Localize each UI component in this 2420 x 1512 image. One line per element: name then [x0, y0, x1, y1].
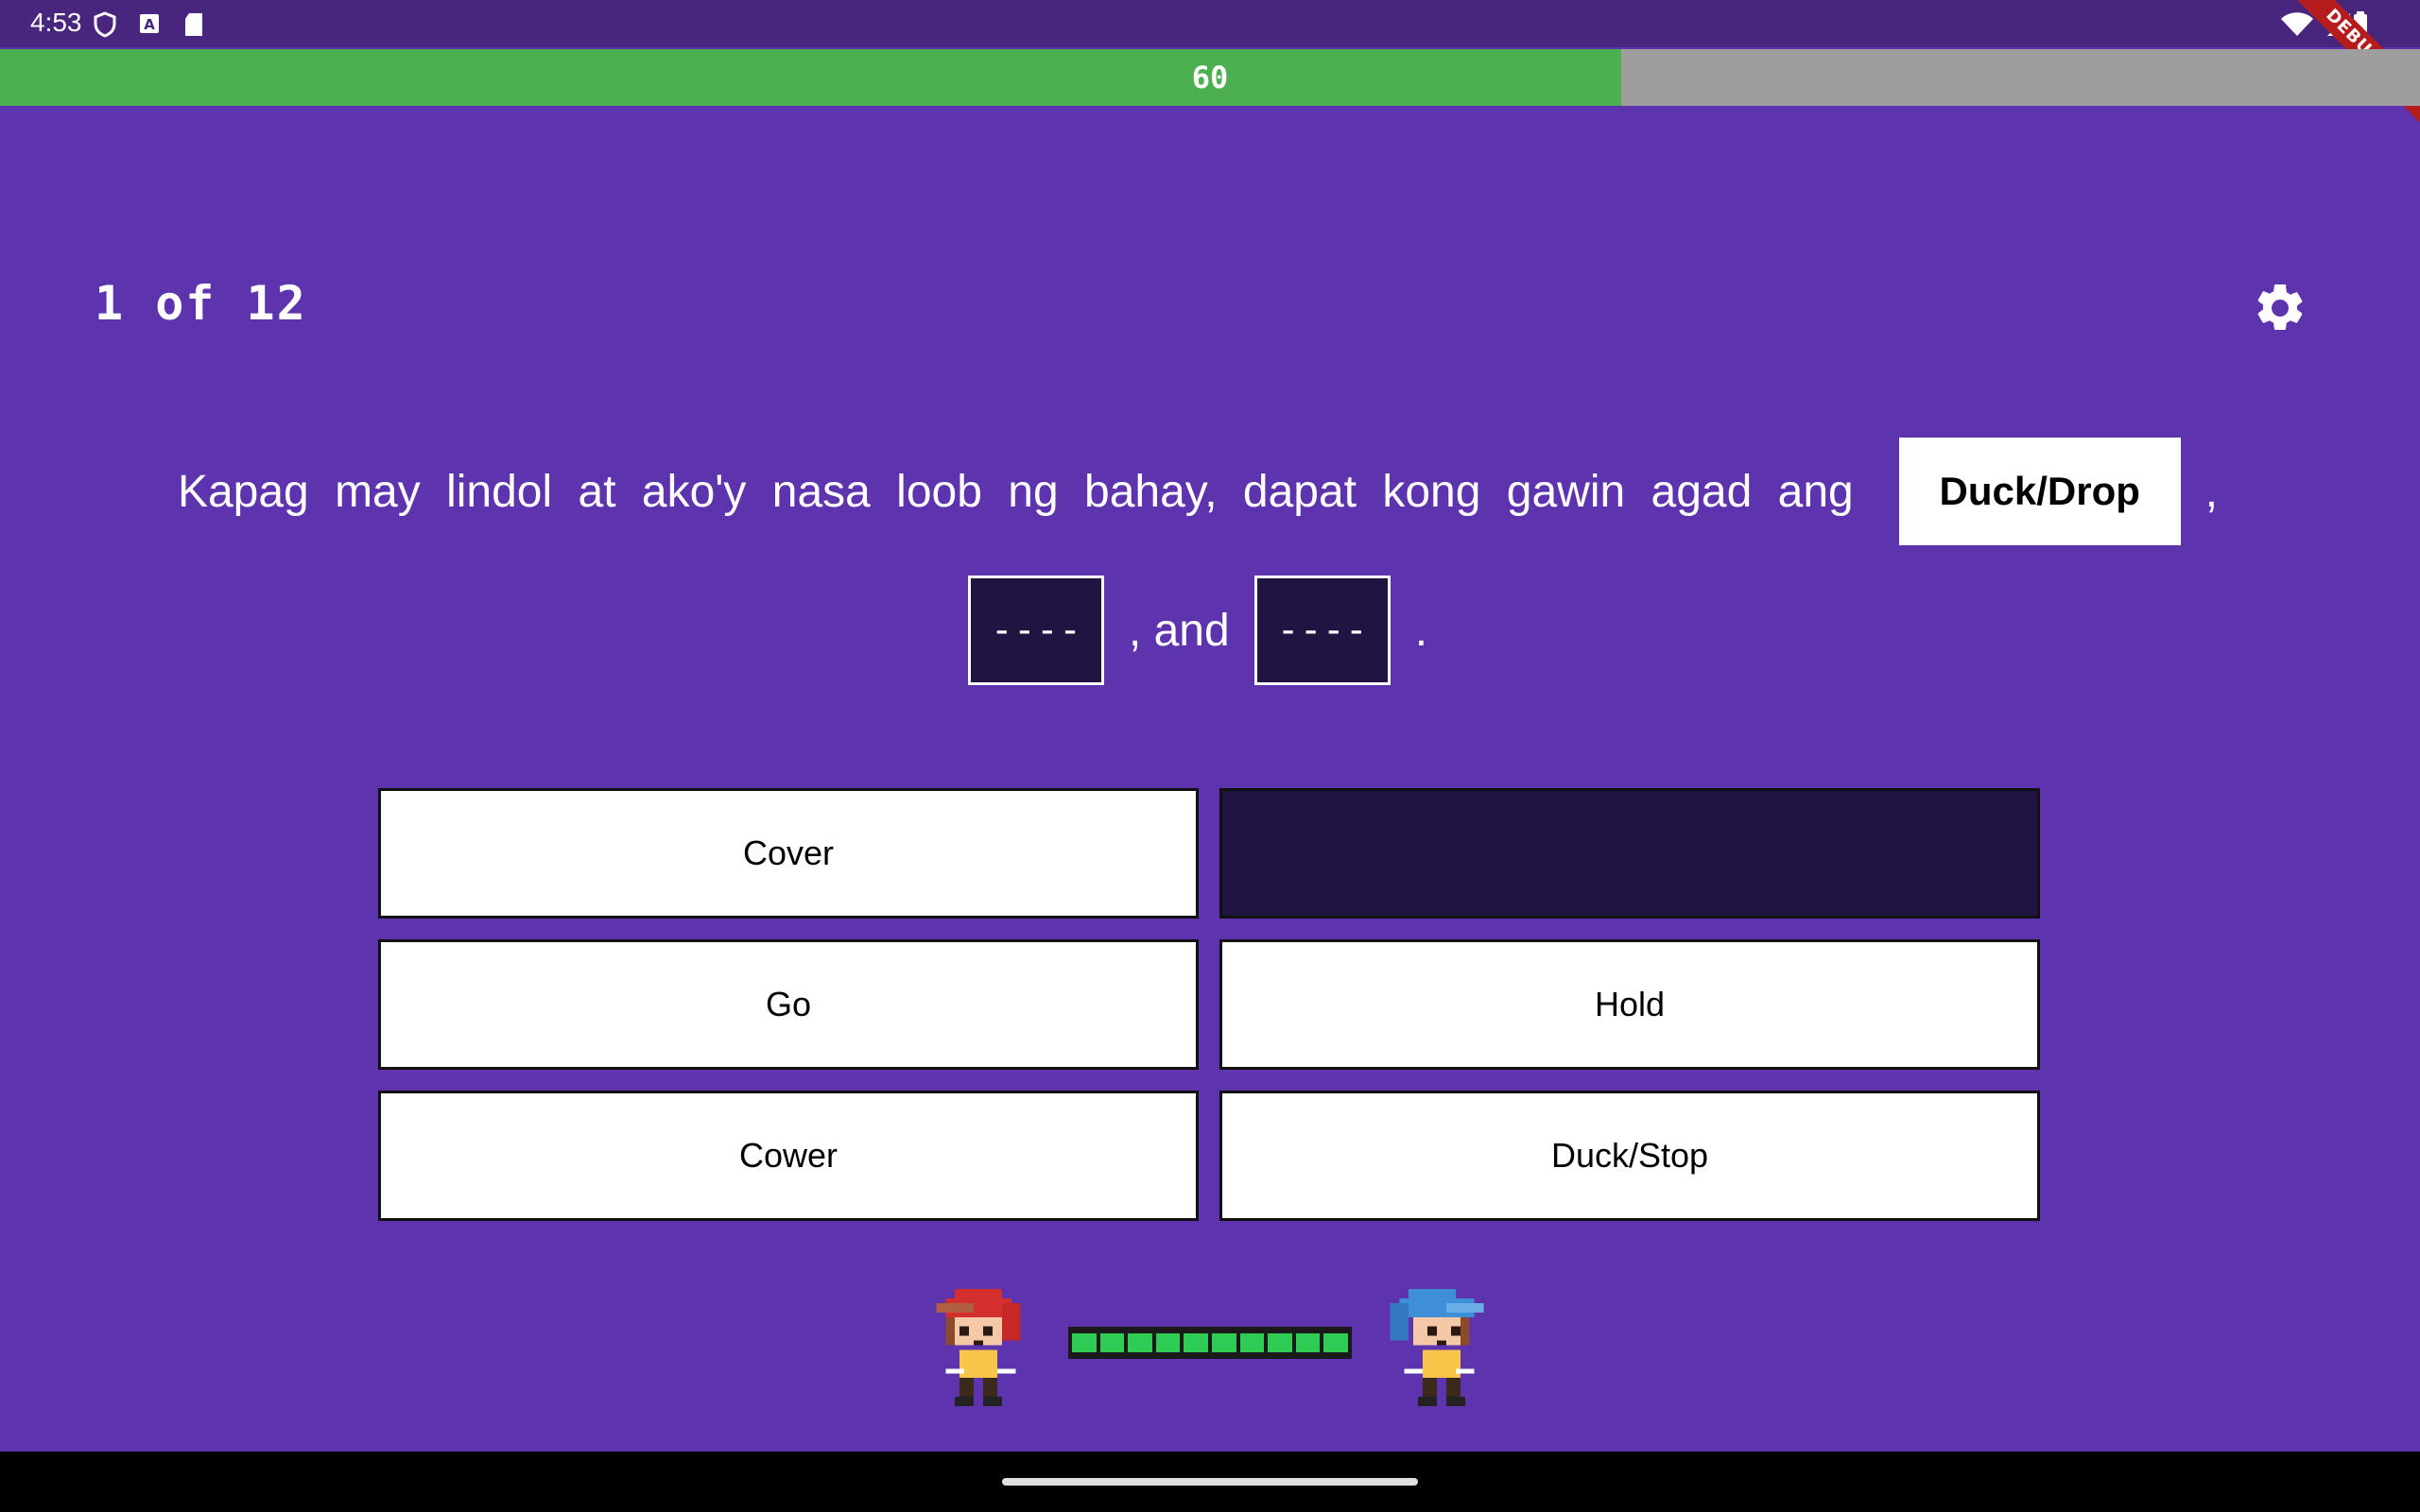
separator-and: , and [1128, 605, 1230, 656]
question-progress: 1 of 12 [95, 276, 307, 331]
option-go[interactable]: Go [378, 939, 1199, 1070]
health-segment [1323, 1333, 1348, 1352]
sd-card-icon [185, 13, 202, 36]
option-hold[interactable]: Hold [1219, 939, 2040, 1070]
separator-comma: , [2204, 466, 2219, 517]
option-used-slot [1219, 788, 2040, 919]
answer-slot-1[interactable]: Duck/Drop [1898, 438, 2181, 545]
timer-value: 60 [1191, 60, 1229, 95]
health-segment [1295, 1333, 1321, 1352]
wifi-icon [2281, 12, 2313, 36]
health-segment [1128, 1333, 1152, 1352]
shield-icon [94, 11, 116, 38]
health-segment [1099, 1333, 1125, 1352]
option-duck-stop[interactable]: Duck/Stop [1219, 1091, 2040, 1221]
health-segment [1155, 1333, 1181, 1352]
answer-slot-3[interactable]: ---- [1253, 576, 1391, 685]
option-cower[interactable]: Cower [378, 1091, 1199, 1221]
question-block: Kapag may lindol at ako'y nasa loob ng b… [0, 435, 2420, 692]
gear-icon[interactable] [2252, 280, 2308, 336]
a-badge-icon: A [140, 14, 159, 33]
opponent-character [1390, 1289, 1484, 1406]
health-segment [1072, 1333, 1097, 1352]
health-segment [1268, 1333, 1292, 1352]
status-time: 4:53 [30, 8, 82, 37]
question-text: Kapag may lindol at ako'y nasa loob ng b… [177, 466, 1854, 517]
status-bar: 4:53 A DEBUG [0, 0, 2420, 134]
health-segment [1211, 1333, 1236, 1352]
health-segment [1239, 1333, 1265, 1352]
svg-text:A: A [144, 16, 155, 33]
home-gesture-handle[interactable] [1002, 1478, 1418, 1486]
health-segment [1184, 1333, 1208, 1352]
timer-bar: 60 [0, 49, 2420, 106]
player-character [936, 1289, 1021, 1406]
navigation-bar [0, 1452, 2420, 1512]
health-bar [1068, 1327, 1352, 1359]
answer-slot-2[interactable]: ---- [967, 576, 1104, 685]
option-cover[interactable]: Cover [378, 788, 1199, 919]
separator-period: . [1414, 605, 1428, 656]
